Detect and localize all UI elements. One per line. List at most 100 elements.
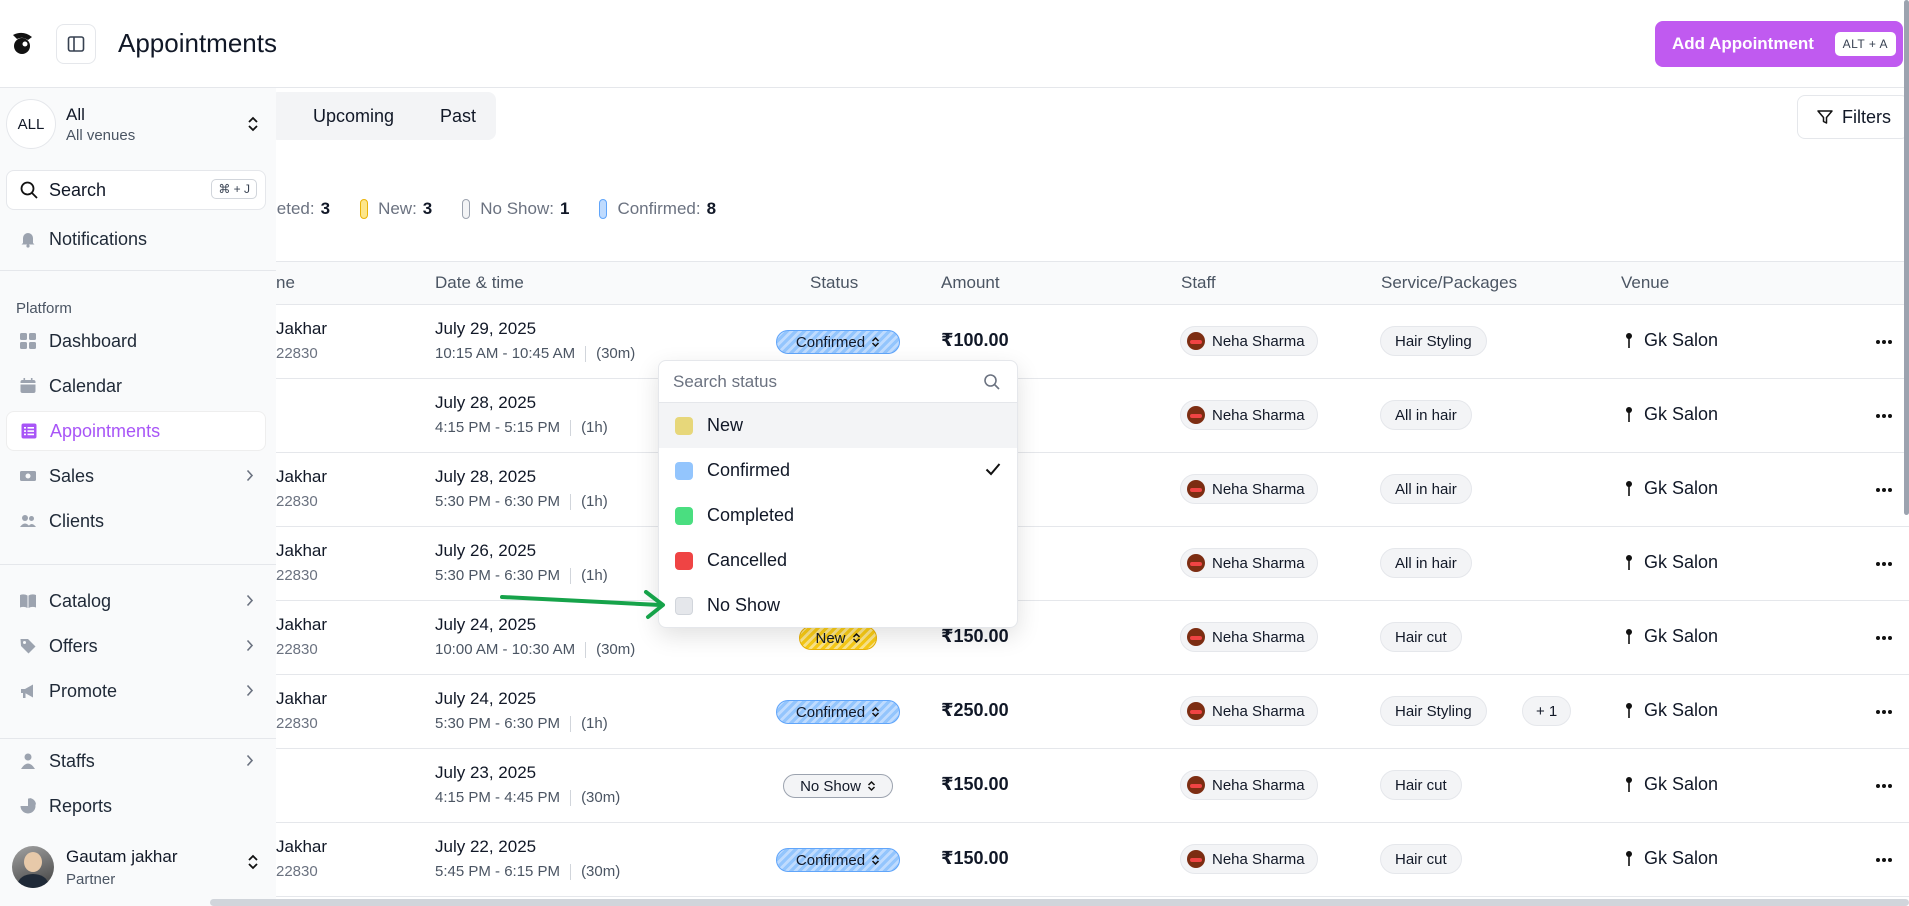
staff-chip[interactable]: Neha Sharma: [1180, 548, 1318, 578]
summary-confirmed: Confirmed: 8: [599, 199, 716, 219]
add-appointment-button[interactable]: Add Appointment ALT + A: [1655, 21, 1903, 67]
service-chip[interactable]: Hair cut: [1380, 844, 1462, 874]
status-badge[interactable]: No Show: [783, 774, 893, 798]
chevron-up-down-icon: [867, 780, 875, 792]
row-more-button[interactable]: [1871, 403, 1897, 429]
chevron-up-down-icon: [872, 854, 880, 866]
column-staff[interactable]: Staff: [1181, 273, 1216, 293]
annotation-arrow-icon: [500, 590, 665, 619]
service-name: Hair Styling: [1395, 332, 1472, 350]
column-status[interactable]: Status: [810, 273, 858, 293]
chevron-right-icon: [246, 469, 254, 482]
client-phone: 22830: [276, 715, 318, 732]
status-badge[interactable]: Confirmed: [776, 700, 900, 724]
staff-chip[interactable]: Neha Sharma: [1180, 696, 1318, 726]
row-more-button[interactable]: [1871, 625, 1897, 651]
row-more-button[interactable]: [1871, 477, 1897, 503]
tab-past[interactable]: Past: [440, 106, 476, 127]
sidebar-item-sales[interactable]: Sales: [6, 456, 266, 496]
add-appointment-label: Add Appointment: [1672, 34, 1814, 53]
venue-name: Gk Salon: [1644, 626, 1719, 646]
row-more-button[interactable]: [1871, 773, 1897, 799]
sidebar-toggle-button[interactable]: [56, 24, 96, 64]
service-chip[interactable]: All in hair: [1380, 400, 1472, 430]
time-range: 10:15 AM - 10:45 AM: [435, 345, 576, 362]
column-amount[interactable]: Amount: [941, 273, 1000, 293]
staff-chip[interactable]: Neha Sharma: [1180, 844, 1318, 874]
sidebar-item-notifications[interactable]: Notifications: [6, 219, 266, 259]
service-chip[interactable]: Hair cut: [1380, 622, 1462, 652]
row-more-button[interactable]: [1871, 551, 1897, 577]
sidebar-item-appointments[interactable]: Appointments: [6, 411, 266, 451]
users-icon: [19, 512, 37, 530]
staff-chip[interactable]: Neha Sharma: [1180, 474, 1318, 504]
brand-logo-icon[interactable]: [10, 31, 36, 57]
tag-icon: [19, 637, 37, 655]
column-name[interactable]: ne: [276, 273, 295, 293]
sidebar-item-offers[interactable]: Offers: [6, 626, 266, 666]
status-search-input[interactable]: Search status: [659, 361, 1017, 403]
service-chip[interactable]: Hair Styling: [1380, 326, 1487, 356]
status-option-cancelled[interactable]: Cancelled: [659, 538, 1017, 583]
summary-noshow-count: 1: [559, 199, 570, 218]
table-row[interactable]: Jakhar 22830 July 28, 2025 5:30 PM - 6:30 P…: [270, 453, 1909, 527]
search-shortcut: ⌘ + J: [211, 179, 257, 199]
status-dropdown: Search status New Confirmed Completed Cance…: [658, 360, 1018, 628]
staff-chip[interactable]: Neha Sharma: [1180, 622, 1318, 652]
location-pin-icon: [1626, 776, 1632, 792]
table-row[interactable]: July 23, 2025 4:15 PM - 4:45 PM (30m) No Sh…: [270, 749, 1909, 823]
sidebar-item-staffs[interactable]: Staffs: [6, 741, 266, 781]
status-badge[interactable]: Confirmed: [776, 330, 900, 354]
sidebar-item-dashboard[interactable]: Dashboard: [6, 321, 266, 361]
filters-button[interactable]: Filters: [1797, 95, 1909, 139]
horizontal-scrollbar[interactable]: [210, 899, 1909, 906]
sidebar-item-clients[interactable]: Clients: [6, 501, 266, 541]
status-badge[interactable]: New: [799, 626, 877, 650]
status-option-no-show[interactable]: No Show: [659, 583, 1017, 627]
row-more-button[interactable]: [1871, 847, 1897, 873]
column-date-time[interactable]: Date & time: [435, 273, 524, 293]
duration: (30m): [581, 863, 621, 880]
staff-chip[interactable]: Neha Sharma: [1180, 326, 1318, 356]
time-range: 5:30 PM - 6:30 PM: [435, 567, 561, 584]
vertical-scrollbar[interactable]: [1904, 0, 1909, 515]
table-row[interactable]: Jakhar 22830 July 29, 2025 10:15 AM - 10:45…: [270, 305, 1909, 379]
sidebar-search[interactable]: Search ⌘ + J: [6, 170, 266, 210]
service-chip[interactable]: Hair Styling: [1380, 696, 1487, 726]
sidebar-item-catalog[interactable]: Catalog: [6, 581, 266, 621]
service-chip[interactable]: All in hair: [1380, 474, 1472, 504]
table-row[interactable]: Jakhar 22830 July 24, 2025 5:30 PM - 6:30 P…: [270, 675, 1909, 749]
more-options-icon: [1876, 340, 1892, 344]
user-profile[interactable]: Gautam jakhar Partner: [6, 836, 270, 898]
column-service[interactable]: Service/Packages: [1381, 273, 1517, 293]
staff-chip[interactable]: Neha Sharma: [1180, 770, 1318, 800]
table-row[interactable]: July 28, 2025 4:15 PM - 5:15 PM (1h) Neha S…: [270, 379, 1909, 453]
appointment-time: 5:30 PM - 6:30 PM (1h): [435, 567, 608, 585]
cash-icon: [19, 467, 37, 485]
summary-new-label: New:: [378, 199, 417, 218]
status-option-new[interactable]: New: [659, 403, 1017, 448]
extra-services-chip[interactable]: + 1: [1522, 696, 1572, 726]
status-option-confirmed[interactable]: Confirmed: [659, 448, 1017, 493]
venue-title: All: [66, 104, 85, 124]
sidebar-item-calendar[interactable]: Calendar: [6, 366, 266, 406]
status-badge[interactable]: Confirmed: [776, 848, 900, 872]
client-name: Jakhar: [276, 837, 328, 856]
service-chip[interactable]: All in hair: [1380, 548, 1472, 578]
appointment-date: July 28, 2025: [435, 393, 537, 412]
venue-name: Gk Salon: [1644, 478, 1719, 498]
row-more-button[interactable]: [1871, 699, 1897, 725]
status-option-label: Cancelled: [707, 550, 788, 570]
service-chip[interactable]: Hair cut: [1380, 770, 1462, 800]
column-venue[interactable]: Venue: [1621, 273, 1669, 293]
service-name: All in hair: [1395, 406, 1457, 424]
row-more-button[interactable]: [1871, 329, 1897, 355]
sidebar-item-reports[interactable]: Reports: [6, 786, 266, 826]
venue-selector[interactable]: ALL All All venues: [6, 98, 270, 150]
table-row[interactable]: Jakhar 22830 July 22, 2025 5:45 PM - 6:15 P…: [270, 823, 1909, 897]
staff-chip[interactable]: Neha Sharma: [1180, 400, 1318, 430]
summary-confirmed-count: 8: [706, 199, 717, 218]
sidebar-item-promote[interactable]: Promote: [6, 671, 266, 711]
tab-upcoming[interactable]: Upcoming: [313, 106, 394, 127]
status-option-completed[interactable]: Completed: [659, 493, 1017, 538]
